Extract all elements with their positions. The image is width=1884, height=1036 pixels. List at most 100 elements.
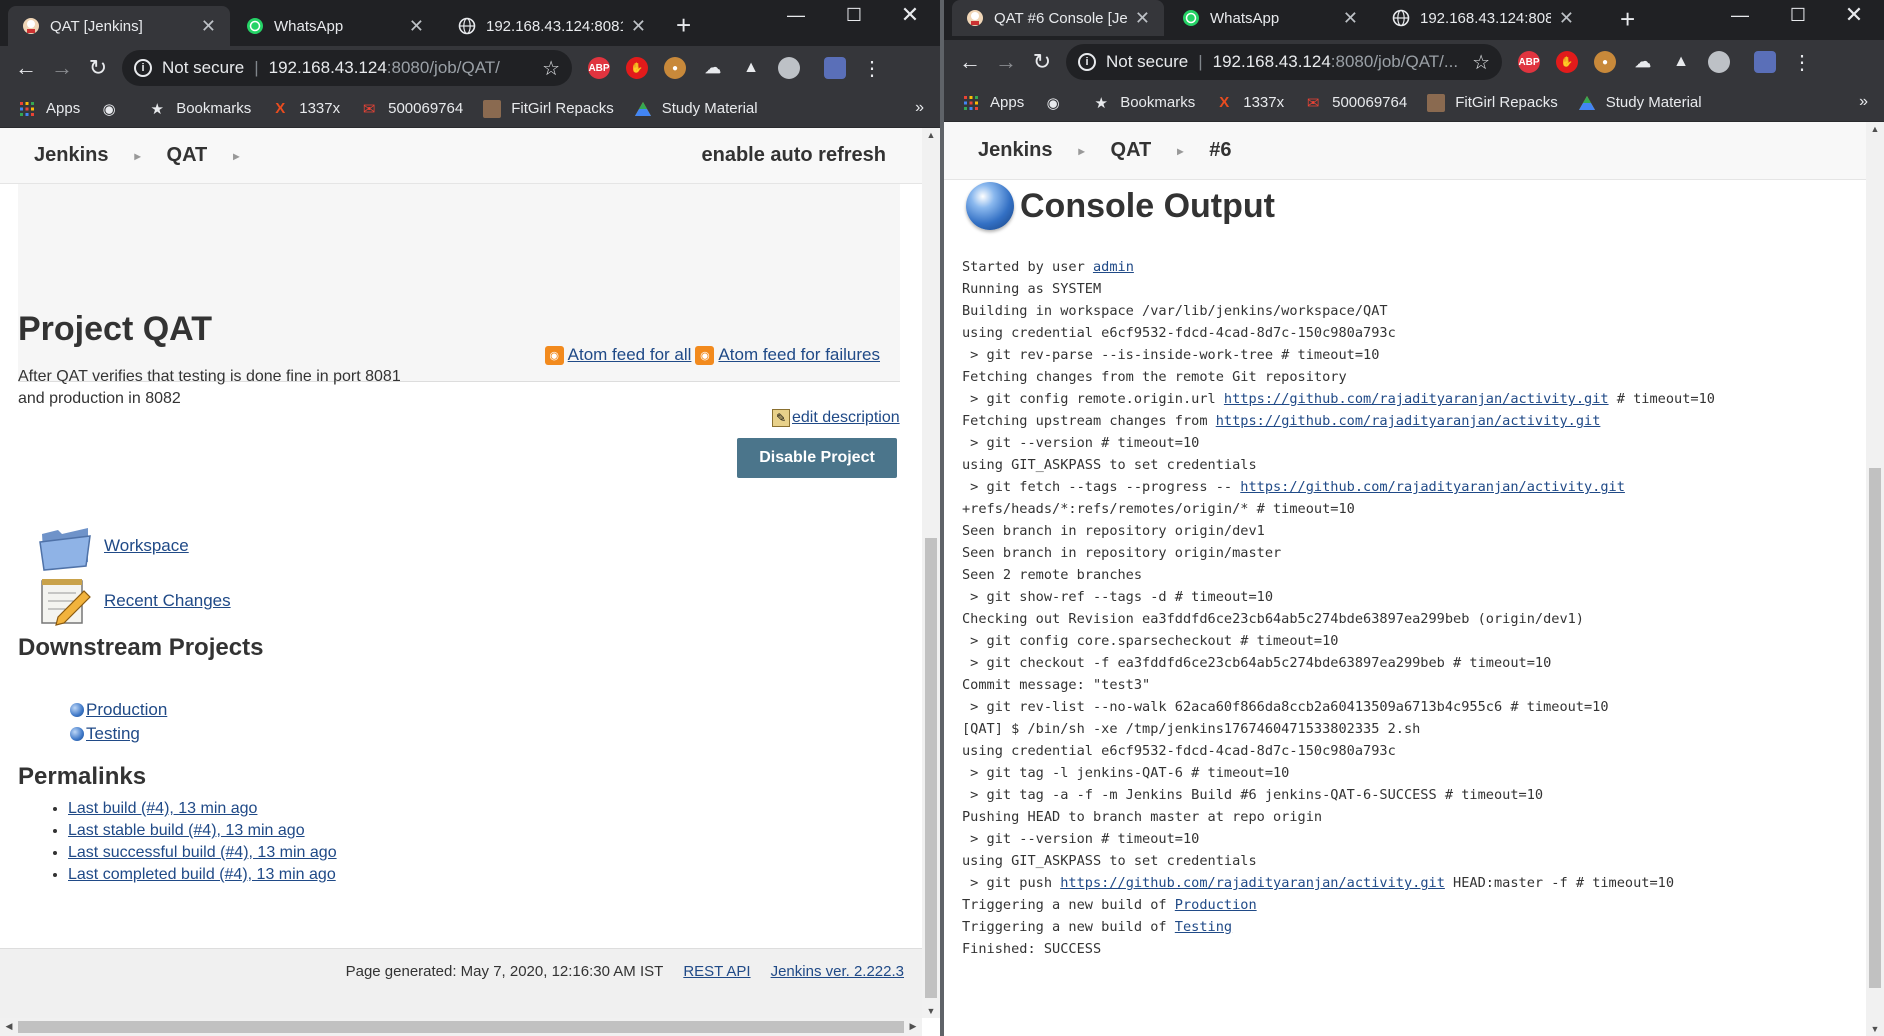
repo-url-link[interactable]: https://github.com/rajadityaranjan/activ… bbox=[1060, 875, 1445, 891]
forward-icon[interactable]: → bbox=[44, 50, 80, 86]
chevron-right-icon[interactable]: ▸ bbox=[233, 149, 239, 163]
vertical-scrollbar[interactable]: ▲ ▼ bbox=[922, 128, 940, 1018]
breadcrumb-jenkins[interactable]: Jenkins bbox=[978, 139, 1052, 162]
bookmark-apps[interactable]: Apps bbox=[962, 94, 1024, 112]
avatar[interactable] bbox=[1754, 51, 1776, 73]
minimize-icon[interactable]: — bbox=[768, 0, 824, 30]
permalink-last-successful[interactable]: Last successful build (#4), 13 min ago bbox=[68, 844, 337, 861]
breadcrumb-jenkins[interactable]: Jenkins bbox=[34, 144, 108, 167]
task-recent-changes[interactable]: Recent Changes bbox=[38, 575, 231, 627]
reload-icon[interactable]: ↻ bbox=[80, 50, 116, 86]
scroll-up-icon[interactable]: ▲ bbox=[1866, 124, 1884, 134]
bookmark-bookmarks[interactable]: ★ Bookmarks bbox=[148, 100, 251, 118]
circle-extension-icon[interactable] bbox=[778, 57, 800, 79]
scroll-down-icon[interactable]: ▼ bbox=[1866, 1024, 1884, 1034]
hand-extension-icon[interactable]: ✋ bbox=[626, 57, 648, 79]
scroll-left-icon[interactable]: ◀ bbox=[0, 1021, 18, 1032]
bookmark-apps[interactable]: Apps bbox=[18, 100, 80, 118]
close-tab-icon[interactable]: ✕ bbox=[1127, 8, 1150, 29]
reload-icon[interactable]: ↻ bbox=[1024, 44, 1060, 80]
testing-build-link[interactable]: Testing bbox=[1175, 919, 1232, 935]
new-tab-button[interactable]: + bbox=[1620, 4, 1635, 35]
user-admin-link[interactable]: admin bbox=[1093, 259, 1134, 275]
downstream-testing-link[interactable]: Testing bbox=[86, 724, 140, 744]
cloud-extension-icon[interactable]: ☁ bbox=[1632, 51, 1654, 73]
horizontal-scrollbar[interactable]: ◀ ▶ bbox=[0, 1018, 922, 1036]
tab-local-8081[interactable]: 192.168.43.124:8081 ✕ bbox=[1378, 0, 1588, 36]
close-tab-icon[interactable]: ✕ bbox=[623, 16, 646, 37]
production-build-link[interactable]: Production bbox=[1175, 897, 1257, 913]
recent-changes-link[interactable]: Recent Changes bbox=[104, 591, 231, 611]
bookmark-star-icon[interactable]: ☆ bbox=[542, 56, 560, 81]
scroll-down-icon[interactable]: ▼ bbox=[922, 1006, 940, 1016]
bookmark-gmail[interactable]: ✉ 500069764 bbox=[1304, 94, 1407, 112]
close-tab-icon[interactable]: ✕ bbox=[1551, 8, 1574, 29]
tab-qat-jenkins[interactable]: QAT [Jenkins] ✕ bbox=[8, 6, 230, 46]
bookmark-study-material[interactable]: Study Material bbox=[1578, 94, 1702, 112]
new-tab-button[interactable]: + bbox=[676, 10, 691, 41]
maximize-icon[interactable]: ☐ bbox=[1770, 0, 1826, 30]
chevron-right-icon[interactable]: ▸ bbox=[1177, 144, 1183, 158]
vertical-scrollbar[interactable]: ▲ ▼ bbox=[1866, 122, 1884, 1036]
breadcrumb-qat[interactable]: QAT bbox=[1111, 139, 1152, 162]
bookmark-study-material[interactable]: Study Material bbox=[634, 100, 758, 118]
repo-url-link[interactable]: https://github.com/rajadityaranjan/activ… bbox=[1216, 413, 1601, 429]
tab-whatsapp[interactable]: WhatsApp ✕ bbox=[232, 6, 438, 46]
info-icon[interactable]: i bbox=[134, 59, 152, 77]
adblock-icon[interactable]: ABP bbox=[1518, 51, 1540, 73]
menu-icon[interactable]: ⋮ bbox=[862, 56, 882, 81]
close-window-icon[interactable]: ✕ bbox=[1826, 0, 1882, 30]
breadcrumb-build-6[interactable]: #6 bbox=[1209, 139, 1231, 162]
bookmark-fitgirl[interactable]: FitGirl Repacks bbox=[1427, 93, 1558, 112]
bookmark-globe[interactable]: ◉ bbox=[1044, 94, 1072, 112]
circle-extension-icon[interactable] bbox=[1708, 51, 1730, 73]
scrollbar-thumb[interactable] bbox=[18, 1021, 904, 1033]
drive-icon[interactable]: ▲ bbox=[740, 57, 762, 79]
back-icon[interactable]: ← bbox=[952, 44, 988, 80]
auto-refresh-link[interactable]: enable auto refresh bbox=[701, 144, 886, 167]
tab-whatsapp[interactable]: WhatsApp ✕ bbox=[1168, 0, 1372, 36]
avatar[interactable] bbox=[824, 57, 846, 79]
more-bookmarks-icon[interactable]: » bbox=[1859, 93, 1868, 111]
tab-local-8081[interactable]: 192.168.43.124:8081 ✕ bbox=[444, 6, 660, 46]
close-window-icon[interactable]: ✕ bbox=[882, 0, 938, 30]
more-bookmarks-icon[interactable]: » bbox=[915, 99, 924, 117]
scrollbar-thumb[interactable] bbox=[1869, 468, 1881, 988]
maximize-icon[interactable]: ☐ bbox=[826, 0, 882, 30]
address-bar[interactable]: i Not secure | 192.168.43.124 :8080/job/… bbox=[122, 50, 572, 86]
drive-icon[interactable]: ▲ bbox=[1670, 51, 1692, 73]
repo-url-link[interactable]: https://github.com/rajadityaranjan/activ… bbox=[1224, 391, 1609, 407]
cookie-icon[interactable]: ● bbox=[664, 57, 686, 79]
bookmark-star-icon[interactable]: ☆ bbox=[1472, 50, 1490, 75]
scroll-up-icon[interactable]: ▲ bbox=[922, 130, 940, 140]
task-workspace[interactable]: Workspace bbox=[38, 520, 189, 572]
bookmark-1337x[interactable]: X 1337x bbox=[271, 100, 340, 118]
close-tab-icon[interactable]: ✕ bbox=[1335, 8, 1358, 29]
rest-api-link[interactable]: REST API bbox=[683, 963, 750, 980]
repo-url-link[interactable]: https://github.com/rajadityaranjan/activ… bbox=[1240, 479, 1625, 495]
cloud-extension-icon[interactable]: ☁ bbox=[702, 57, 724, 79]
info-icon[interactable]: i bbox=[1078, 53, 1096, 71]
forward-icon[interactable]: → bbox=[988, 44, 1024, 80]
menu-icon[interactable]: ⋮ bbox=[1792, 50, 1812, 75]
scroll-right-icon[interactable]: ▶ bbox=[904, 1021, 922, 1032]
jenkins-version-link[interactable]: Jenkins ver. 2.222.3 bbox=[771, 963, 904, 980]
close-tab-icon[interactable]: ✕ bbox=[193, 16, 216, 37]
bookmark-bookmarks[interactable]: ★ Bookmarks bbox=[1092, 94, 1195, 112]
scrollbar-thumb[interactable] bbox=[925, 538, 937, 998]
cookie-icon[interactable]: ● bbox=[1594, 51, 1616, 73]
downstream-item[interactable]: Testing bbox=[70, 724, 140, 744]
hand-extension-icon[interactable]: ✋ bbox=[1556, 51, 1578, 73]
tab-qat-console[interactable]: QAT #6 Console [Jen ✕ bbox=[952, 0, 1164, 36]
edit-description[interactable]: ✎ edit description bbox=[772, 409, 900, 427]
atom-feed-failures-link[interactable]: Atom feed for failures bbox=[718, 345, 880, 365]
chevron-right-icon[interactable]: ▸ bbox=[1078, 144, 1084, 158]
downstream-item[interactable]: Production bbox=[70, 700, 167, 720]
downstream-production-link[interactable]: Production bbox=[86, 700, 167, 720]
edit-description-link[interactable]: edit description bbox=[792, 409, 900, 427]
adblock-icon[interactable]: ABP bbox=[588, 57, 610, 79]
atom-feed-all-link[interactable]: Atom feed for all bbox=[568, 345, 692, 365]
chevron-right-icon[interactable]: ▸ bbox=[134, 149, 140, 163]
close-tab-icon[interactable]: ✕ bbox=[401, 16, 424, 37]
minimize-icon[interactable]: — bbox=[1712, 0, 1768, 30]
